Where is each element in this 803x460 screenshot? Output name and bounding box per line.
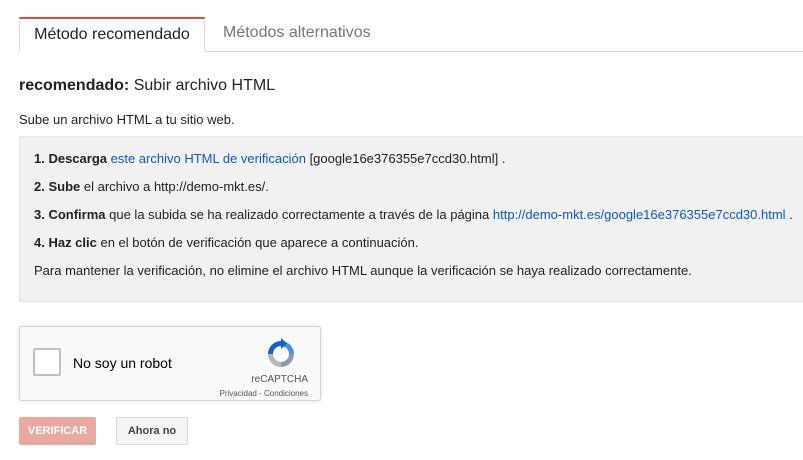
step-4-label: 4. Haz clic — [34, 235, 97, 250]
not-now-button[interactable]: Ahora no — [116, 417, 188, 445]
step-upload: 2. Sube el archivo a http://demo-mkt.es/… — [34, 179, 269, 194]
step-2-label: 2. Sube — [34, 179, 81, 194]
step-3-end: . — [785, 207, 793, 222]
tab-recommended-method[interactable]: Método recomendado — [19, 17, 205, 52]
recaptcha-label: No soy un robot — [73, 355, 172, 371]
verification-file-link[interactable]: este archivo HTML de verificación — [111, 151, 306, 166]
tab-bar: Método recomendado Métodos alternativos — [19, 17, 803, 52]
maintenance-note: Para mantener la verificación, no elimin… — [34, 263, 692, 278]
recaptcha-checkbox[interactable] — [33, 348, 61, 376]
step-2-text: el archivo a http://demo-mkt.es/. — [80, 179, 269, 194]
title-prefix: recomendado: — [19, 77, 130, 94]
step-confirm: 3. Confirma que la subida se ha realizad… — [34, 207, 793, 222]
intro-text: Sube un archivo HTML a tu sitio web. — [19, 112, 235, 127]
recaptcha-brand: reCAPTCHA — [251, 374, 308, 385]
confirm-page-link[interactable]: http://demo-mkt.es/google16e376355e7ccd3… — [493, 207, 786, 222]
verify-button[interactable]: VERIFICAR — [19, 417, 96, 445]
recaptcha-logo-icon — [268, 338, 294, 367]
recaptcha-links[interactable]: Privacidad - Condiciones — [220, 389, 309, 398]
instructions-panel: 1. Descarga este archivo HTML de verific… — [19, 136, 803, 302]
step-3-text: que la subida se ha realizado correctame… — [105, 207, 493, 222]
step-3-label: 3. Confirma — [34, 207, 106, 222]
recaptcha-widget: No soy un robot reCAPTCHA Privacidad - C… — [19, 326, 321, 401]
file-name: [google16e376355e7ccd30.html] . — [305, 151, 506, 166]
tab-alternative-methods[interactable]: Métodos alternativos — [223, 17, 371, 51]
step-1-label: 1. Descarga — [34, 151, 107, 166]
title-text: Subir archivo HTML — [129, 77, 276, 94]
step-click: 4. Haz clic en el botón de verificación … — [34, 235, 419, 250]
step-download: 1. Descarga este archivo HTML de verific… — [34, 151, 505, 166]
page-title: recomendado: Subir archivo HTML — [19, 77, 275, 95]
step-4-text: en el botón de verificación que aparece … — [96, 235, 419, 250]
